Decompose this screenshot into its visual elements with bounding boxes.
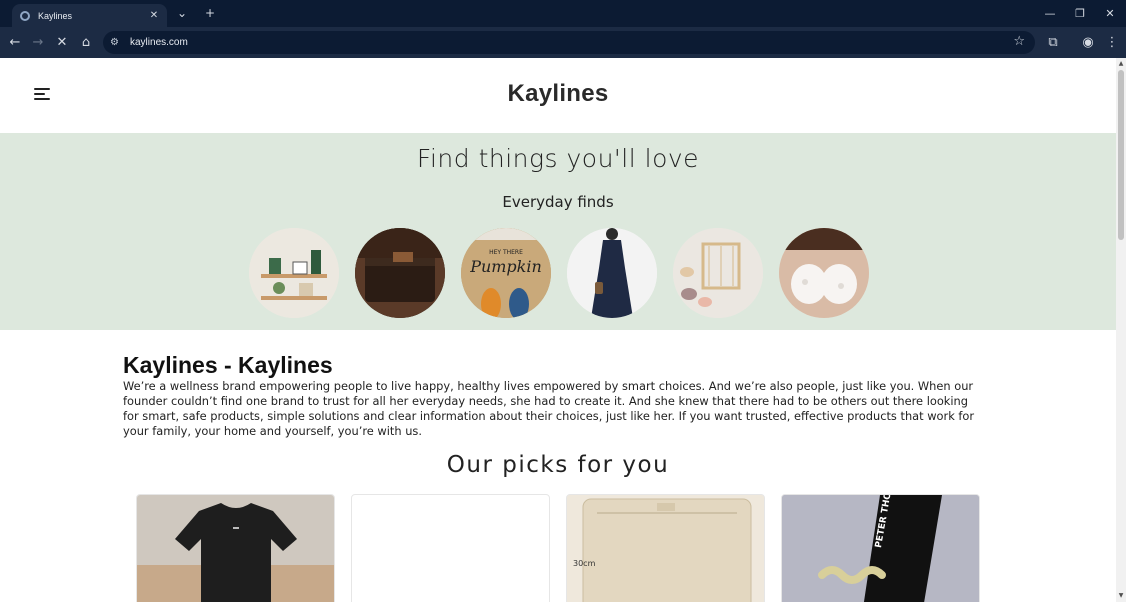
scroll-thumb[interactable] bbox=[1118, 70, 1124, 240]
picks-title: Our picks for you bbox=[446, 452, 670, 478]
category-shelf-decor[interactable] bbox=[249, 228, 339, 318]
scroll-down-icon[interactable]: ▼ bbox=[1117, 592, 1125, 600]
close-window-icon[interactable]: ✕ bbox=[1095, 0, 1125, 27]
tab-title: Kaylines bbox=[38, 10, 73, 21]
category-bra[interactable] bbox=[779, 228, 869, 318]
scrollbar[interactable]: ▲ ▼ bbox=[1116, 58, 1126, 602]
scroll-up-icon[interactable]: ▲ bbox=[1117, 60, 1125, 68]
site-info-icon[interactable]: ⚙ bbox=[110, 37, 124, 48]
svg-text:HEY THERE: HEY THERE bbox=[489, 249, 523, 256]
category-circles: HEY THERE Pumpkin bbox=[249, 228, 869, 320]
product-card-tshirt[interactable] bbox=[136, 494, 335, 602]
browser-titlebar: Kaylines ✕ ⌄ + — ❐ ✕ bbox=[0, 0, 1126, 27]
product-card-empty[interactable] bbox=[351, 494, 550, 602]
site-logo[interactable]: Kaylines bbox=[0, 80, 1116, 108]
storage-size-label: 30cm bbox=[573, 559, 596, 568]
browser-toolbar: ← → ✕ ⌂ ⚙ kaylines.com ☆ ⧉ ◉ ⋮ bbox=[0, 27, 1126, 58]
stop-icon[interactable]: ✕ bbox=[51, 32, 73, 54]
category-loom[interactable] bbox=[673, 228, 763, 318]
product-card-storage[interactable]: 30cm bbox=[566, 494, 765, 602]
forward-icon[interactable]: → bbox=[27, 32, 49, 54]
browser-tab[interactable]: Kaylines ✕ bbox=[12, 4, 167, 27]
restore-icon[interactable]: ❐ bbox=[1065, 0, 1095, 27]
hero-title: Find things you'll love bbox=[416, 144, 700, 173]
about-text: We’re a wellness brand empowering people… bbox=[123, 379, 975, 438]
menu-icon[interactable]: ⋮ bbox=[1101, 32, 1123, 54]
category-doormat[interactable]: HEY THERE Pumpkin bbox=[461, 228, 551, 318]
svg-text:Pumpkin: Pumpkin bbox=[469, 257, 542, 276]
hero-section: Find things you'll love Everyday finds H… bbox=[0, 133, 1116, 330]
star-icon[interactable]: ☆ bbox=[1013, 34, 1025, 49]
url-text[interactable]: kaylines.com bbox=[130, 37, 188, 48]
favicon-icon bbox=[20, 10, 30, 21]
chevron-down-icon[interactable]: ⌄ bbox=[172, 4, 192, 22]
extensions-icon[interactable]: ⧉ bbox=[1042, 32, 1064, 54]
back-icon[interactable]: ← bbox=[4, 32, 26, 54]
category-dress[interactable] bbox=[567, 228, 657, 318]
profile-icon[interactable]: ◉ bbox=[1077, 32, 1099, 54]
product-card-ptr[interactable]: PETER THOMAS ROTH bbox=[781, 494, 980, 602]
category-wallet[interactable] bbox=[355, 228, 445, 318]
about-title: Kaylines - Kaylines bbox=[123, 352, 333, 378]
address-bar[interactable]: ⚙ kaylines.com ☆ bbox=[103, 31, 1035, 54]
page-content: Kaylines Find things you'll love Everyda… bbox=[0, 58, 1116, 602]
home-icon[interactable]: ⌂ bbox=[75, 32, 97, 54]
minimize-icon[interactable]: — bbox=[1035, 0, 1065, 27]
plus-icon[interactable]: + bbox=[200, 4, 220, 22]
hero-subtitle: Everyday finds bbox=[502, 193, 614, 211]
close-icon[interactable]: ✕ bbox=[147, 10, 161, 21]
